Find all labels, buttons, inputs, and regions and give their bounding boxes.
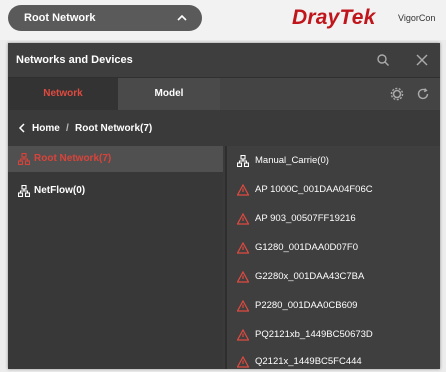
panel-header: Networks and Devices xyxy=(8,43,440,78)
network-item-label: Root Network(7) xyxy=(34,153,112,164)
network-icon xyxy=(18,153,30,165)
breadcrumb-separator: / xyxy=(66,123,69,134)
device-item[interactable]: Manual_Carrie(0) xyxy=(227,151,440,173)
top-bar: Root Network DrayTek VigorCon xyxy=(0,0,446,40)
tab-network[interactable]: Network xyxy=(8,78,118,110)
device-label: PQ2121xb_1449BC50673D xyxy=(255,329,373,340)
panel-title: Networks and Devices xyxy=(16,54,133,66)
product-name: VigorCon xyxy=(398,13,436,23)
panel-tabs: Network Model xyxy=(8,78,440,110)
breadcrumb: Home / Root Network(7) xyxy=(8,110,440,146)
settings-icon[interactable] xyxy=(390,87,404,101)
refresh-icon[interactable] xyxy=(416,87,430,101)
breadcrumb-current: Root Network(7) xyxy=(75,123,153,134)
device-label: Q2121x_1449BC5FC444 xyxy=(255,356,362,367)
device-item[interactable]: Q2121x_1449BC5FC444 xyxy=(227,352,440,369)
device-item[interactable]: PQ2121xb_1449BC50673D xyxy=(227,325,440,347)
warning-icon xyxy=(237,213,249,225)
network-selector-label: Root Network xyxy=(24,12,96,24)
device-item[interactable]: G1280_001DAA0D07F0 xyxy=(227,238,440,260)
warning-icon xyxy=(237,271,249,283)
breadcrumb-home[interactable]: Home xyxy=(32,123,60,134)
network-item-label: NetFlow(0) xyxy=(34,185,86,196)
network-item-root[interactable]: Root Network(7) xyxy=(8,146,223,172)
device-item[interactable]: P2280_001DAA0CB609 xyxy=(227,296,440,318)
device-item[interactable]: AP 1000C_001DAA04F06C xyxy=(227,180,440,202)
device-label: P2280_001DAA0CB609 xyxy=(255,300,358,311)
device-label: AP 903_00507FF19216 xyxy=(255,213,356,224)
warning-icon xyxy=(237,356,249,368)
chevron-up-icon xyxy=(177,14,187,21)
search-icon[interactable] xyxy=(376,53,390,67)
network-icon xyxy=(237,155,249,167)
device-label: G2280x_001DAA43C7BA xyxy=(255,271,365,282)
network-list: Root Network(7) NetFlow(0) xyxy=(8,146,223,369)
network-selector[interactable]: Root Network xyxy=(8,5,202,31)
warning-icon xyxy=(237,184,249,196)
networks-devices-panel: Networks and Devices Network Model Home … xyxy=(8,43,440,369)
device-label: Manual_Carrie(0) xyxy=(255,155,329,166)
device-item[interactable]: AP 903_00507FF19216 xyxy=(227,209,440,231)
device-label: G1280_001DAA0D07F0 xyxy=(255,242,358,253)
draytek-logo: DrayTek xyxy=(292,6,376,29)
tab-model[interactable]: Model xyxy=(118,78,220,110)
close-icon[interactable] xyxy=(415,53,429,67)
warning-icon xyxy=(237,242,249,254)
device-item[interactable]: G2280x_001DAA43C7BA xyxy=(227,267,440,289)
network-icon xyxy=(18,185,30,197)
device-label: AP 1000C_001DAA04F06C xyxy=(255,184,373,195)
network-item-netflow[interactable]: NetFlow(0) xyxy=(8,178,223,204)
warning-icon xyxy=(237,300,249,312)
warning-icon xyxy=(237,329,249,341)
device-list: Manual_Carrie(0) AP 1000C_001DAA04F06C A… xyxy=(225,146,440,369)
chevron-left-icon[interactable] xyxy=(18,123,26,133)
